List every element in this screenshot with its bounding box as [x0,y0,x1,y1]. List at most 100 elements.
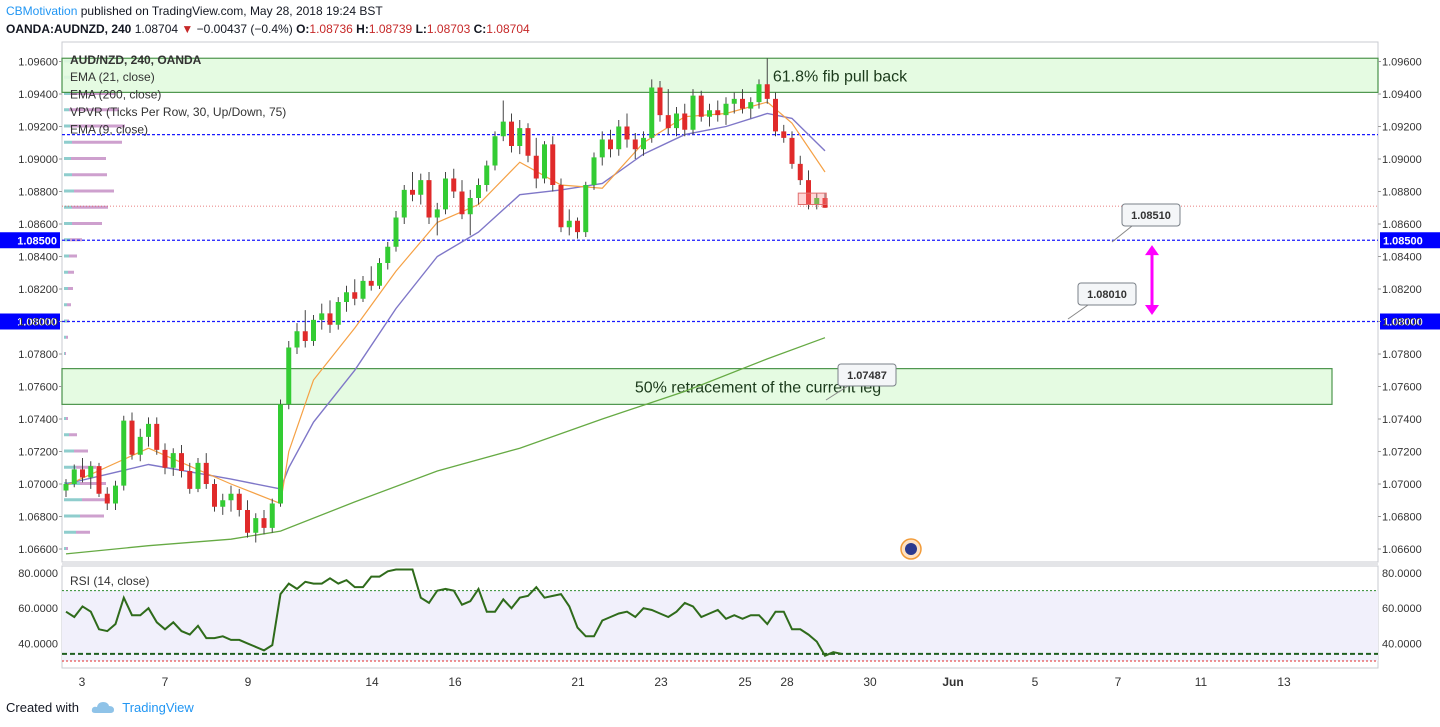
chart-title: AUD/NZD, 240, OANDA [70,53,202,67]
vpvr-down-bar [66,547,68,550]
candle-up [674,113,679,129]
candle-down [525,128,531,156]
y-tick-label-left: 1.06600 [18,544,58,556]
candle-down [781,131,787,138]
candle-up [311,319,316,341]
vpvr-down-bar [68,287,73,290]
vpvr-up-bar [64,254,69,258]
candle-up [599,139,605,158]
x-tick-label: 7 [162,675,169,689]
vpvr-up-bar [64,287,68,290]
candle-up [467,198,473,215]
vpvr-up-bar [64,303,67,307]
candle-up [434,209,440,218]
candle-up [500,121,506,137]
candle-up [278,404,283,504]
candle-up [756,84,762,103]
candle-up [344,292,349,302]
candle-up [113,485,118,504]
candle-down [154,423,160,450]
candle-up [335,302,341,325]
candle-up [71,469,77,484]
candle-down [575,220,580,233]
footer: Created with TradingView [6,700,194,715]
y-tick-label-left: 1.07200 [18,447,58,459]
x-tick-label: 21 [571,675,585,689]
candle-down [682,113,688,130]
candle-up [748,102,754,109]
candle-down [245,510,250,533]
callout-pointer [1067,304,1089,320]
candle-up [360,280,366,299]
candle-down [698,95,704,117]
indicator-label: VPVR (Ticks Per Row, 30, Up/Down, 75) [70,105,286,119]
vpvr-up-bar [64,189,74,193]
candle-up [393,217,399,247]
vpvr-down-bar [74,189,114,193]
y-tick-label-left: 1.07800 [18,349,58,361]
vpvr-down-bar [74,449,88,453]
vpvr-up-bar [64,498,82,502]
vpvr-up-bar [64,433,69,437]
candle-up [294,331,300,348]
vpvr-up-bar [64,270,68,274]
candle-down [187,471,193,489]
chart-area[interactable]: 61.8% fib pull back50% retracement of th… [0,0,1440,727]
y-tick-label-right: 1.07400 [1382,414,1422,426]
x-tick-label: 28 [780,675,794,689]
vpvr-down-bar [66,335,68,339]
vpvr-down-bar [70,238,82,242]
x-tick-label: 5 [1032,675,1039,689]
x-tick-label: 14 [365,675,379,689]
candle-up [591,157,597,185]
ema-21-line [65,112,826,490]
y-tick-label-left: 1.09600 [18,57,58,69]
y-tick-label-left: 1.07400 [18,414,58,426]
candle-up [195,462,201,489]
candle-down [764,84,770,99]
candle-down [162,449,168,468]
arrow-up-icon [1145,245,1159,256]
candle-up [401,189,407,218]
level-price-label-right: 1.08500 [1383,235,1423,247]
vpvr-down-bar [80,482,106,485]
vpvr-down-bar [80,514,104,518]
candle-down [608,139,613,150]
candle-up [517,128,523,146]
vpvr-down-bar [72,173,107,177]
x-tick-label: 16 [448,675,462,689]
candle-down [261,518,267,528]
y-tick-label-left: 1.08400 [18,252,58,264]
candle-down [715,110,721,116]
y-tick-label-right: 1.06600 [1382,544,1422,556]
vpvr-down-bar [72,222,102,225]
candle-up [723,103,729,116]
candle-down [773,98,778,132]
vpvr-up-bar [64,222,72,225]
x-tick-label: 25 [738,675,752,689]
vpvr-up-bar [64,352,65,355]
candle-up [63,484,69,491]
candle-down [352,292,358,299]
candle-down [558,185,564,228]
candle-up [228,493,234,501]
y-tick-label-right: 1.09600 [1382,57,1422,69]
vpvr-down-bar [69,254,77,258]
candle-down [789,137,795,164]
candle-up [731,98,737,104]
tradingview-brand[interactable]: TradingView [122,700,194,715]
candle-down [665,115,671,129]
y-tick-label-right: 1.08200 [1382,284,1422,296]
rsi-tick-label-right: 60.0000 [1382,603,1422,615]
y-tick-label-right: 1.08400 [1382,252,1422,264]
candle-down [632,139,638,150]
candle-up [707,110,712,117]
zone-label: 61.8% fib pull back [773,68,908,85]
candle-down [624,126,630,140]
y-tick-label-right: 1.09000 [1382,154,1422,166]
candle-down [179,453,184,471]
y-tick-label-right: 1.09200 [1382,122,1422,134]
candle-down [451,178,457,192]
y-tick-label-left: 1.06800 [18,512,58,524]
y-tick-label-left: 1.08000 [18,317,58,329]
